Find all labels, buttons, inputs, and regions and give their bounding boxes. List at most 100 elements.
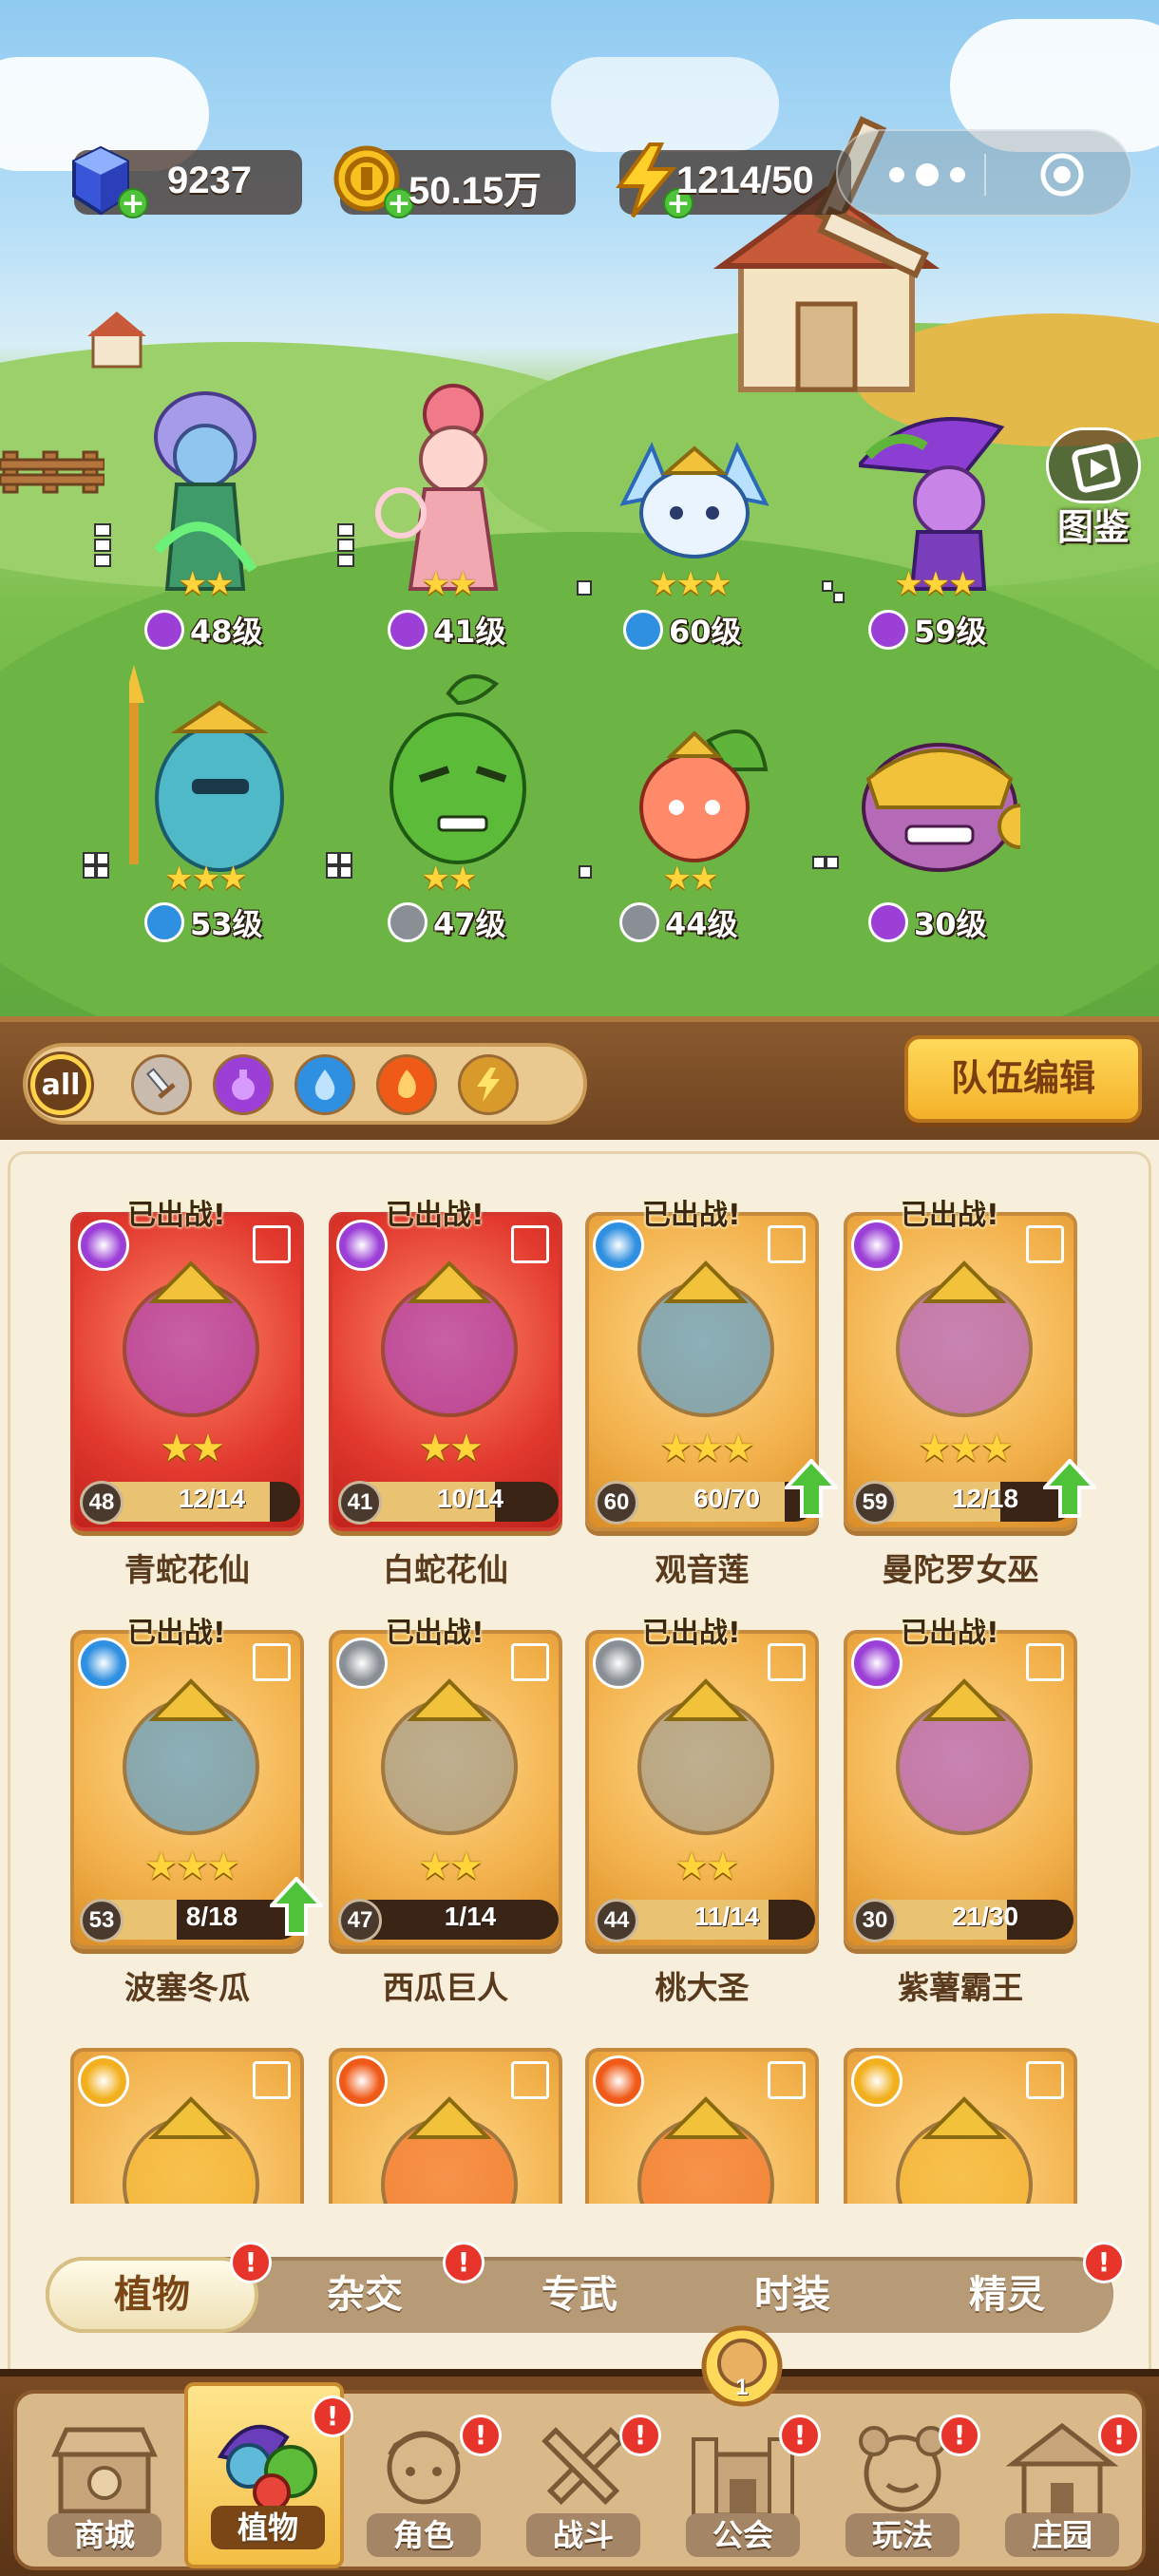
hero-level-badge: 59级 — [868, 608, 987, 652]
hero-level-badge: 44级 — [619, 900, 738, 944]
position-marker-icon — [1026, 2061, 1064, 2099]
filter-poison[interactable] — [213, 1054, 274, 1115]
tab-exclusive-weapon[interactable]: 专武 — [473, 2257, 686, 2333]
tab-spirit[interactable]: 精灵 — [901, 2257, 1113, 2333]
plant-card[interactable] — [70, 2048, 304, 2204]
field-hero-8[interactable]: 30级 — [812, 665, 1049, 942]
deployed-label: 已出战! — [642, 1617, 741, 1650]
card-portrait — [381, 1260, 518, 1417]
fence — [0, 450, 104, 494]
deployed-label: 已出战! — [901, 1199, 999, 1232]
poison-icon — [336, 1220, 388, 1271]
upgrade-arrow-icon[interactable] — [1043, 1459, 1096, 1518]
card-name: 观音莲 — [655, 1551, 750, 1588]
gold-counter[interactable]: + 50.15万 — [333, 145, 576, 218]
tab-hybrid[interactable]: 杂交 — [258, 2257, 471, 2333]
guild-notice-badge[interactable]: 1 — [699, 2323, 785, 2409]
tab-spirit-alert: ! — [1083, 2242, 1125, 2283]
card-portrait — [381, 1678, 518, 1835]
field-hero-2[interactable]: ★★ 41级 — [334, 380, 562, 655]
poison-icon — [78, 1220, 129, 1271]
codex-button[interactable]: 图鉴 — [1041, 427, 1146, 548]
tab-plants-alert: ! — [230, 2242, 272, 2283]
filter-all[interactable]: all — [30, 1054, 91, 1115]
position-marker-icon — [511, 1643, 549, 1681]
hero-stars: ★★★ — [894, 565, 977, 603]
position-marker-icon — [253, 1643, 291, 1681]
plant-card[interactable]: ★★★ 53 8/18 已出战! 波塞冬瓜 — [70, 1617, 323, 2006]
field-hero-6[interactable]: ★★ 47级 — [326, 665, 562, 942]
hero-stars: ★★ — [421, 565, 478, 603]
nav-manor-label: 庄园 — [1005, 2513, 1119, 2557]
card-frame — [585, 2048, 819, 2204]
poison-icon — [851, 1220, 902, 1271]
hero-stars: ★★ — [662, 860, 719, 898]
plant-card-grid: ★★ 48 12/14 已出战! 青蛇花仙 ★★ 41 10/14 已出战! 白蛇花仙 ★★★ 60 6… — [0, 1140, 1159, 2204]
nav-plants[interactable]: 植物 ! — [184, 2382, 353, 2568]
nav-manor[interactable]: 庄园 ! — [982, 2394, 1142, 2567]
hero-level: 59级 — [914, 614, 987, 650]
element-filter-track: all — [23, 1043, 587, 1125]
card-level: 53 — [80, 1899, 124, 1942]
tab-outfit[interactable]: 时装 — [686, 2257, 899, 2333]
fire-icon — [336, 2055, 388, 2107]
position-marker-icon — [94, 523, 111, 567]
field-hero-5[interactable]: ★★★ 53级 — [83, 665, 319, 942]
plant-card[interactable]: ★★★ 59 12/18 已出战! 曼陀罗女巫 — [844, 1199, 1096, 1588]
card-name: 白蛇花仙 — [383, 1551, 508, 1588]
plant-card[interactable] — [844, 2048, 1077, 2204]
card-frame: ★★ 48 12/14 — [70, 1212, 304, 1531]
gem-counter[interactable]: + 9237 — [72, 145, 302, 218]
field-hero-4[interactable]: ★★★ 59级 — [821, 380, 1049, 655]
filter-fire[interactable] — [376, 1054, 437, 1115]
nav-character[interactable]: 角色 ! — [344, 2394, 504, 2567]
close-miniprogram-icon[interactable] — [1037, 150, 1087, 199]
tab-plants[interactable]: 植物 — [46, 2257, 258, 2333]
guild-notice-count: 1 — [735, 2375, 749, 2400]
plant-card[interactable]: 30 21/30 已出战! 紫薯霸王 — [844, 1617, 1077, 2006]
fire-icon — [398, 1070, 416, 1098]
plant-card[interactable] — [329, 2048, 562, 2204]
card-stars: ★★ — [418, 1427, 484, 1470]
card-level: 30 — [853, 1899, 897, 1942]
field-hero-3[interactable]: ★★★ 60级 — [576, 380, 804, 655]
card-name: 紫薯霸王 — [898, 1969, 1023, 2006]
card-fragments: 8/18 — [185, 1902, 238, 1931]
energy-counter[interactable]: + 1214/50 — [616, 142, 851, 218]
hero-level: 53级 — [190, 906, 263, 942]
nav-manor-alert: ! — [1098, 2415, 1140, 2456]
field-hero-1[interactable]: ★★ 48级 — [91, 380, 319, 655]
plant-card[interactable] — [585, 2048, 819, 2204]
team-edit-button[interactable]: 队伍编辑 — [904, 1035, 1142, 1123]
nav-guild[interactable]: 公会 ! — [663, 2394, 823, 2567]
filter-sword[interactable] — [131, 1054, 192, 1115]
upgrade-arrow-icon[interactable] — [785, 1459, 838, 1518]
hero-level: 48级 — [190, 614, 263, 650]
plant-card[interactable]: ★★ 47 1/14 已出战! 西瓜巨人 — [329, 1617, 562, 2006]
more-options-icon[interactable] — [876, 156, 971, 194]
nav-shop[interactable]: 商城 — [25, 2394, 184, 2567]
card-fragments: 12/14 — [178, 1484, 246, 1513]
add-gems-button[interactable]: + — [118, 188, 148, 218]
position-marker-icon — [768, 1225, 806, 1263]
filter-lightning[interactable] — [458, 1054, 519, 1115]
field-hero-7[interactable]: ★★ 44级 — [576, 665, 804, 942]
card-level: 59 — [853, 1481, 897, 1525]
card-name: 西瓜巨人 — [383, 1969, 508, 2006]
nav-battle[interactable]: 战斗 ! — [504, 2394, 663, 2567]
gem-count: 9237 — [167, 160, 252, 201]
category-tabs: 植物 杂交 专武 时装 精灵 ! ! ! — [46, 2242, 1125, 2333]
plant-card[interactable]: ★★★ 60 60/70 已出战! 观音莲 — [585, 1199, 838, 1588]
upgrade-arrow-icon[interactable] — [270, 1877, 323, 1936]
nav-gameplay-alert: ! — [939, 2415, 980, 2456]
plant-card[interactable]: ★★ 44 11/14 已出战! 桃大圣 — [585, 1617, 819, 2006]
codex-icon — [1046, 427, 1141, 503]
hero-level-badge: 48级 — [144, 608, 263, 652]
plant-card[interactable]: ★★ 41 10/14 已出战! 白蛇花仙 — [329, 1199, 562, 1588]
filter-water[interactable] — [294, 1054, 355, 1115]
nav-gameplay[interactable]: 玩法 ! — [823, 2394, 982, 2567]
card-fragments: 21/30 — [951, 1902, 1019, 1931]
card-name: 青蛇花仙 — [124, 1551, 250, 1588]
plant-card[interactable]: ★★ 48 12/14 已出战! 青蛇花仙 — [70, 1199, 304, 1588]
hero-level: 41级 — [433, 614, 506, 650]
